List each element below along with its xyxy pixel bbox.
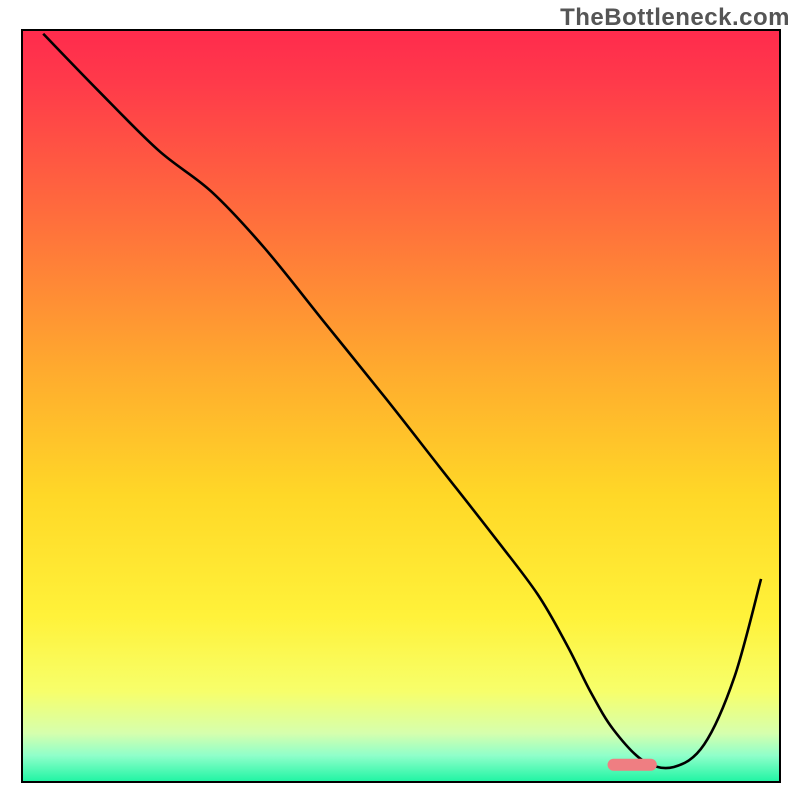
chart-frame: TheBottleneck.com (0, 0, 800, 800)
chart-canvas (0, 0, 800, 800)
watermark-text: TheBottleneck.com (560, 4, 790, 32)
optimal-marker (608, 759, 657, 771)
gradient-background (22, 30, 780, 782)
